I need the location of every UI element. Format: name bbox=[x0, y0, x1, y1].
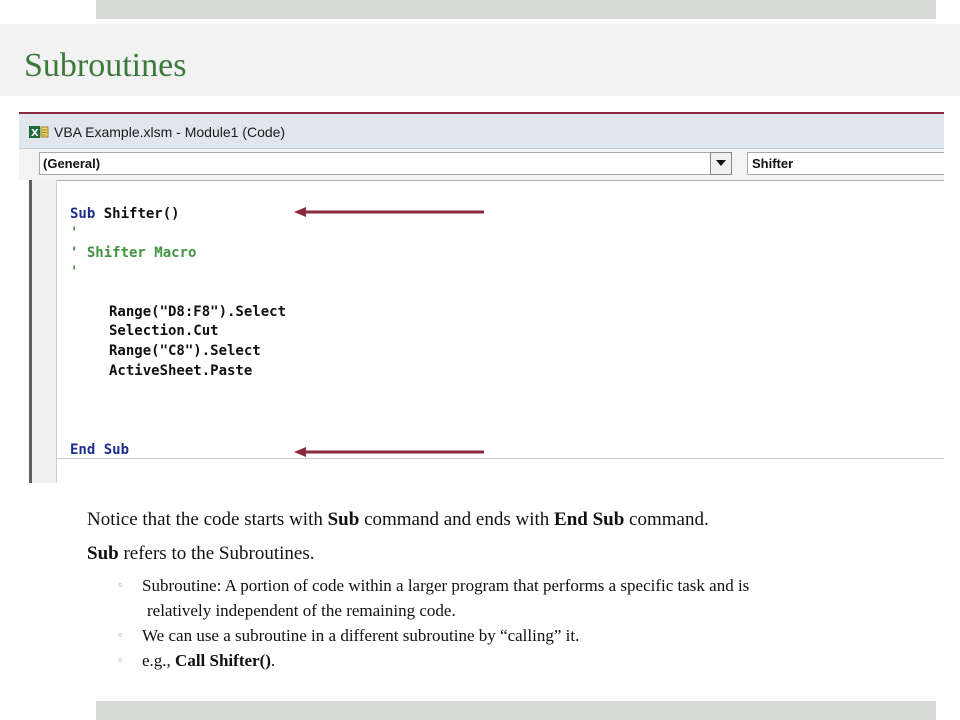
code-keyword-sub: Sub bbox=[70, 206, 96, 222]
arrow-pointing-sub bbox=[294, 207, 484, 217]
bottom-accent-bar bbox=[96, 701, 936, 720]
editor-margin-indicator-bar[interactable] bbox=[32, 180, 57, 483]
object-combo-dropdown-button[interactable] bbox=[710, 152, 732, 175]
object-combo-value: (General) bbox=[43, 156, 101, 171]
code-sub-name: Shifter() bbox=[95, 206, 180, 222]
keyword-end-sub: End Sub bbox=[554, 509, 625, 530]
code-line-comment-2[interactable]: ' Shifter Macro bbox=[70, 244, 196, 262]
object-combo[interactable]: (General) bbox=[39, 152, 730, 175]
bullet-icon: ◦ bbox=[117, 629, 124, 642]
svg-text:X: X bbox=[31, 128, 39, 139]
arrow-pointing-end-sub bbox=[294, 447, 484, 457]
procedure-combo[interactable]: Shifter bbox=[747, 152, 944, 175]
explanation-paragraph-2: Sub refers to the Subroutines. bbox=[87, 542, 314, 566]
bullet-subroutine-definition-line1: Subroutine: A portion of code within a l… bbox=[142, 576, 750, 595]
slide-title: Subroutines bbox=[24, 47, 187, 84]
example-call-code: Call Shifter() bbox=[175, 651, 271, 670]
window-titlebar[interactable]: X VBA Example.xlsm - Module1 (Code) bbox=[19, 114, 944, 149]
bullet-icon: ◦ bbox=[117, 579, 124, 592]
code-line-end-sub[interactable]: End Sub bbox=[70, 441, 129, 459]
excel-vba-icon: X bbox=[29, 124, 49, 140]
code-line-range-select-2[interactable]: Range("C8").Select bbox=[109, 342, 261, 360]
window-title: VBA Example.xlsm - Module1 (Code) bbox=[54, 124, 286, 140]
bullet-icon: ◦ bbox=[117, 654, 124, 667]
text-segment: refers to the Subroutines. bbox=[118, 543, 315, 564]
text-segment: Notice that the code starts with bbox=[87, 509, 328, 530]
vba-code-window: X VBA Example.xlsm - Module1 (Code) (Gen… bbox=[19, 112, 944, 483]
bullet-example-call: e.g., Call Shifter(). bbox=[142, 650, 275, 672]
procedure-combo-value: Shifter bbox=[752, 156, 794, 171]
editor-bottom-edge bbox=[56, 458, 944, 459]
text-segment: command. bbox=[624, 509, 709, 530]
code-line-sub[interactable]: Sub Shifter() bbox=[70, 205, 180, 223]
code-line-selection-cut[interactable]: Selection.Cut bbox=[109, 322, 219, 340]
top-accent-bar bbox=[96, 0, 936, 19]
keyword-sub: Sub bbox=[327, 509, 360, 530]
code-line-comment-3[interactable]: ' bbox=[70, 263, 78, 281]
bullet-subroutine-definition-line2: relatively independent of the remaining … bbox=[147, 601, 456, 620]
editor-border bbox=[32, 180, 944, 181]
code-line-activesheet-paste[interactable]: ActiveSheet.Paste bbox=[109, 362, 252, 380]
text-segment: e.g., bbox=[142, 651, 176, 670]
code-line-comment-1[interactable]: ' bbox=[70, 224, 78, 242]
bullet-calling-subroutine: We can use a subroutine in a different s… bbox=[142, 626, 580, 645]
keyword-sub: Sub bbox=[87, 543, 119, 564]
code-line-range-select-1[interactable]: Range("D8:F8").Select bbox=[109, 303, 286, 321]
text-segment: . bbox=[270, 651, 276, 670]
explanation-paragraph-1: Notice that the code starts with Sub com… bbox=[87, 508, 709, 532]
text-segment: command and ends with bbox=[359, 509, 555, 530]
